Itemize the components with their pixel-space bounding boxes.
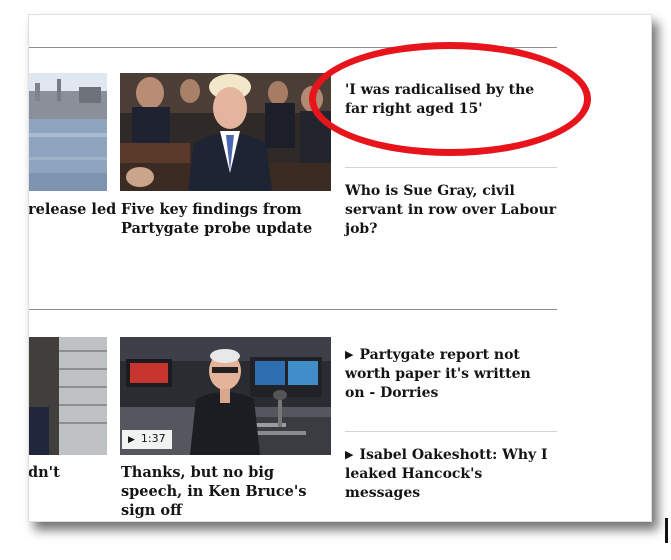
section-divider-middle <box>29 309 557 310</box>
aside-link-radicalised[interactable]: 'I was radicalised by the far right aged… <box>345 81 557 119</box>
aside-link-oakeshott[interactable]: ▶ Isabel Oakeshott: Why I leaked Hancock'… <box>345 445 557 503</box>
video-duration: 1:37 <box>140 432 166 445</box>
story-headline-partial[interactable]: release led <box>29 200 116 219</box>
story-image-radio-studio[interactable]: ▶ 1:37 <box>120 337 331 455</box>
story-headline-partygate[interactable]: Five key findings from Partygate probe u… <box>121 200 331 238</box>
video-duration-badge: ▶ 1:37 <box>122 430 172 449</box>
story-image-office[interactable] <box>29 337 107 455</box>
aside-link-sue-gray[interactable]: Who is Sue Gray, civil servant in row ov… <box>345 182 559 239</box>
play-icon: ▶ <box>128 435 135 445</box>
play-icon: ▶ <box>345 448 354 461</box>
story-image-thames[interactable] <box>29 73 107 191</box>
edge-marker <box>665 518 668 543</box>
aside-divider <box>345 431 557 432</box>
news-panel: release led Five key findings from Party… <box>28 14 652 522</box>
story-image-commons[interactable] <box>120 73 331 191</box>
story-headline-partial-bottom[interactable]: dn't <box>29 463 108 482</box>
play-icon: ▶ <box>345 348 354 361</box>
aside-link-dorries[interactable]: ▶ Partygate report not worth paper it's w… <box>345 345 551 403</box>
story-headline-ken-bruce[interactable]: Thanks, but no big speech, in Ken Bruce'… <box>121 463 336 520</box>
aside-divider <box>345 167 557 168</box>
section-divider-top <box>29 47 557 48</box>
